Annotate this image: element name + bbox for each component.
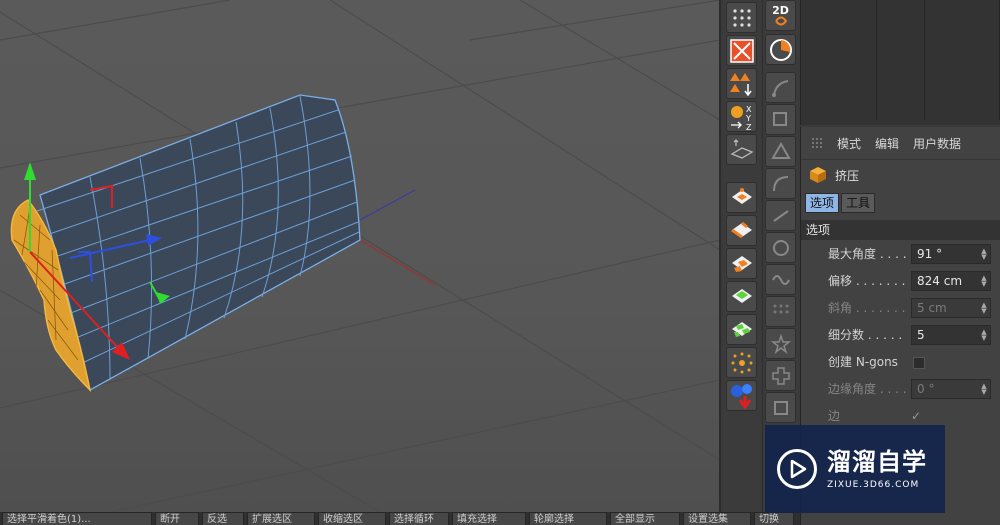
ngons-checkbox[interactable] (913, 356, 925, 369)
param-label: 细分数 . . . . . (828, 328, 903, 342)
param-label: 最大角度 . . . . (828, 247, 907, 261)
x-axis-line (359, 239, 436, 286)
edges-mode-icon[interactable] (726, 215, 757, 246)
param-label: 创建 N-gons (828, 355, 898, 369)
extruded-mesh[interactable] (10, 94, 361, 393)
spline-arc-icon[interactable] (765, 168, 796, 199)
spline-triangle-icon[interactable] (765, 136, 796, 167)
param-offset: 偏移 . . . . . . . 824 cm ▲ ▼ (801, 267, 1000, 294)
param-subdivision: 细分数 . . . . . 5 ▲ ▼ (801, 321, 1000, 348)
watermark-subtitle: ZIXUE.3D66.COM (827, 480, 920, 490)
spline-line-icon[interactable] (765, 200, 796, 231)
rotate-view-icon[interactable] (765, 34, 796, 65)
spline-cogwheel-icon[interactable] (765, 392, 796, 423)
spline-circle-icon[interactable] (765, 232, 796, 263)
offset-field[interactable]: 824 cm ▲ ▼ (911, 270, 991, 291)
param-label: 斜角 . . . . . . . (828, 301, 906, 315)
svg-text:X: X (746, 105, 752, 114)
spline-star-icon[interactable] (765, 328, 796, 359)
spline-rect-icon[interactable] (765, 104, 796, 135)
axis-mode-icon[interactable] (726, 68, 757, 99)
z-axis-line (359, 189, 416, 221)
snap-icon[interactable] (726, 347, 757, 378)
menu-user-data[interactable]: 用户数据 (913, 135, 961, 152)
watermark-title: 溜溜自学 (827, 448, 927, 476)
cmd-invert[interactable]: 反选 (202, 512, 244, 525)
param-label: 边缘角度 . . . . (828, 382, 907, 396)
tab-options[interactable]: 选项 (805, 193, 840, 213)
object-header: 挤压 (801, 160, 1000, 190)
subdivision-field[interactable]: 5 ▲ ▼ (911, 324, 991, 345)
cmd-set-selection[interactable]: 设置选集 (683, 512, 751, 525)
scene-canvas[interactable] (0, 0, 720, 512)
cmd-toggle[interactable]: 切换 (754, 512, 794, 525)
spinner-icon[interactable]: ▲ ▼ (980, 274, 988, 287)
param-label: 偏移 . . . . . . . (828, 274, 906, 288)
svg-text:Z: Z (746, 123, 752, 131)
check-icon[interactable]: ✓ (911, 409, 921, 423)
spinner-icon[interactable]: ▲ ▼ (980, 328, 988, 341)
spline-cross-icon[interactable] (765, 360, 796, 391)
spinner-icon[interactable]: ▲ ▼ (980, 247, 988, 260)
bevel-field[interactable]: 5 cm ▲ ▼ (911, 297, 991, 318)
param-max-angle: 最大角度 . . . . 91 ° ▲ ▼ (801, 240, 1000, 267)
cmd-shrink-selection[interactable]: 收缩选区 (318, 512, 386, 525)
spline-grid-icon[interactable] (765, 296, 796, 327)
edge-angle-field[interactable]: 0 ° ▲ ▼ (911, 378, 991, 399)
uvw-polygons-icon[interactable] (726, 314, 757, 345)
mode-2d-button[interactable]: 2D (765, 0, 796, 31)
viewport-border (719, 0, 721, 512)
menu-mode[interactable]: 模式 (837, 135, 861, 152)
spinner-icon[interactable]: ▲ ▼ (980, 382, 988, 395)
app-window: 选择平滑着色(1)... 断开 反选 扩展选区 收缩选区 选择循环 填充选择 轮… (0, 0, 1000, 525)
render-icon[interactable] (726, 380, 757, 411)
tab-tool[interactable]: 工具 (841, 193, 876, 213)
column-divider (924, 0, 925, 120)
polygons-mode-icon[interactable] (726, 248, 757, 279)
dots-grid-icon[interactable] (726, 2, 757, 33)
mode-2d-label: 2D (772, 4, 789, 17)
param-bevel: 斜角 . . . . . . . 5 cm ▲ ▼ (801, 294, 1000, 321)
xyz-coordinates-icon[interactable]: XYZ (726, 101, 757, 132)
cmd-select-smooth[interactable]: 选择平滑着色(1)... (2, 512, 152, 525)
param-label: 边 (828, 409, 841, 423)
extrude-cube-icon (810, 167, 826, 183)
uvw-points-icon[interactable] (726, 281, 757, 312)
coordinate-panel (945, 462, 1000, 512)
section-header-options: 选项 (801, 220, 1000, 240)
svg-text:Y: Y (745, 114, 751, 123)
watermark: 溜溜自学 ZIXUE.3D66.COM (765, 425, 945, 513)
mode-toolbar: XYZ (723, 0, 760, 512)
param-edge-angle: 边缘角度 . . . . 0 ° ▲ ▼ (801, 375, 1000, 402)
attribute-tabs: 选项 工具 (801, 190, 1000, 216)
grip-icon[interactable] (811, 137, 823, 149)
command-bar: 选择平滑着色(1)... 断开 反选 扩展选区 收缩选区 选择循环 填充选择 轮… (0, 512, 800, 525)
spline-wave-icon[interactable] (765, 264, 796, 295)
viewport[interactable] (0, 0, 720, 512)
cmd-break[interactable]: 断开 (155, 512, 199, 525)
play-logo-icon (777, 449, 817, 489)
menu-edit[interactable]: 编辑 (875, 135, 899, 152)
column-divider (876, 0, 877, 120)
spline-pen-icon[interactable] (765, 72, 796, 103)
cmd-grow-selection[interactable]: 扩展选区 (247, 512, 315, 525)
cmd-loop-select[interactable]: 选择循环 (389, 512, 449, 525)
cmd-show-all[interactable]: 全部显示 (610, 512, 680, 525)
make-editable-icon[interactable] (726, 35, 757, 66)
cmd-outline-select[interactable]: 轮廓选择 (529, 512, 607, 525)
max-angle-field[interactable]: 91 ° ▲ ▼ (911, 243, 991, 264)
param-create-ngons: 创建 N-gons (801, 348, 1000, 375)
workplane-icon[interactable] (726, 134, 757, 165)
spinner-icon[interactable]: ▲ ▼ (980, 301, 988, 314)
points-mode-icon[interactable] (726, 182, 757, 213)
cmd-fill-select[interactable]: 填充选择 (452, 512, 526, 525)
attribute-menu-bar: 模式 编辑 用户数据 (801, 127, 1000, 160)
object-manager-panel (800, 0, 1000, 125)
object-name: 挤压 (835, 168, 860, 183)
